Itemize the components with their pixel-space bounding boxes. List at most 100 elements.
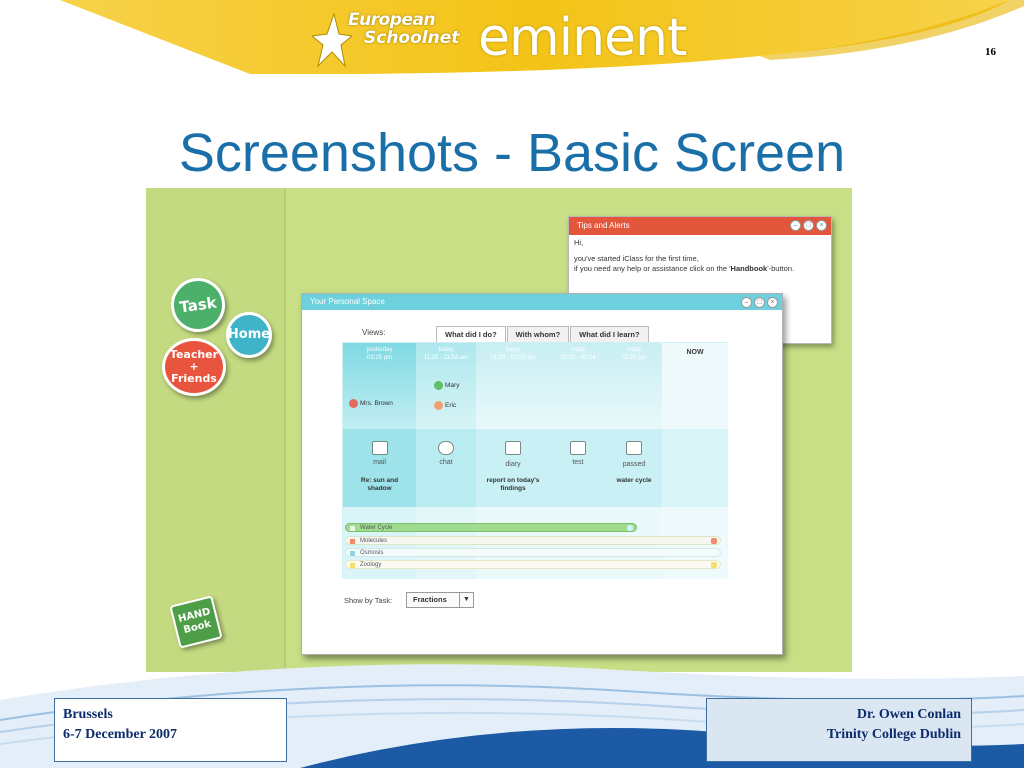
ps-window-controls: – □ ×: [741, 297, 778, 308]
app-screenshot: Task Home Teacher + Friends HAND Book Ti…: [146, 188, 852, 672]
tips-line-2: if you need any help or assistance click…: [574, 264, 826, 274]
footer-institution: Trinity College Dublin: [826, 727, 961, 742]
task-color-icon: [350, 539, 355, 544]
column-time: today 01:00 - 02:00 pm: [476, 343, 550, 362]
teacher-friends-button[interactable]: Teacher + Friends: [162, 338, 226, 396]
column-hour: 03:25 pm: [366, 355, 393, 361]
person-eric[interactable]: Eric: [434, 401, 456, 410]
person-avatar-icon: [349, 399, 358, 408]
logo-text-european: European: [348, 10, 436, 30]
person-avatar-icon: [434, 381, 443, 390]
person-mary[interactable]: Mary: [434, 381, 459, 390]
slide: European Schoolnet eminent 16 Screenshot…: [0, 0, 1024, 768]
activity-detail-line-1: report on today's: [486, 477, 540, 484]
task-end-marker: [627, 525, 633, 531]
home-button[interactable]: Home: [226, 312, 272, 358]
tips-line-1: you've started iClass for the first time…: [574, 254, 699, 263]
tab-with-whom[interactable]: With whom?: [506, 326, 570, 342]
chevron-down-icon[interactable]: ▼: [459, 593, 473, 607]
task-name: Molecules: [360, 538, 388, 544]
footer-author: Dr. Owen Conlan: [856, 707, 961, 722]
personal-space-window: Your Personal Space – □ × Views: What di…: [301, 293, 783, 655]
tips-line-2-post: '-button.: [767, 264, 795, 273]
show-by-task-label: Show by Task:: [344, 596, 393, 605]
column-day: today: [505, 347, 521, 353]
column-day: today: [570, 347, 586, 353]
tips-body: Hi, you've started iClass for the first …: [569, 235, 831, 277]
column-time: yesterday 03:25 pm: [343, 343, 416, 362]
logo-text-schoolnet: Schoolnet: [364, 28, 460, 48]
task-bar-molecules[interactable]: Molecules: [345, 536, 721, 545]
task-select-value: Fractions: [413, 595, 447, 604]
app-sidebar: Task Home Teacher + Friends HAND Book: [146, 188, 286, 672]
tips-titlebar[interactable]: Tips and Alerts – □ ×: [569, 217, 831, 235]
personal-space-titlebar[interactable]: Your Personal Space – □ ×: [302, 294, 782, 310]
task-select[interactable]: Fractions ▼: [406, 592, 474, 608]
close-icon[interactable]: ×: [816, 220, 827, 231]
activity-detail-line-1: water cycle: [616, 477, 652, 484]
minimize-icon[interactable]: –: [741, 297, 752, 308]
maximize-icon[interactable]: □: [803, 220, 814, 231]
task-name: Water Cycle: [360, 525, 393, 531]
tab-what-did-i-learn[interactable]: What did I learn?: [570, 326, 649, 342]
tips-line-2-pre: if you need any help or assistance click…: [574, 264, 731, 273]
star-logo-icon: [312, 12, 352, 68]
column-hour: 01:00 - 02:00 pm: [490, 355, 536, 361]
tips-greeting: Hi,: [574, 238, 584, 247]
person-mrs-brown[interactable]: Mrs. Brown: [349, 399, 393, 408]
chat-icon[interactable]: [438, 441, 454, 455]
views-tabs: What did I do? With whom? What did I lea…: [436, 326, 650, 343]
activity-label: diary: [505, 461, 521, 468]
activity-detail-line-1: Re: sun and: [360, 477, 399, 484]
minimize-icon[interactable]: –: [790, 220, 801, 231]
column-hour: 11:15 - 11:54 am: [423, 355, 469, 361]
task-bar-water-cycle[interactable]: Water Cycle: [345, 523, 637, 532]
footer-city: Brussels: [63, 707, 113, 722]
tab-what-did-i-do[interactable]: What did I do?: [436, 326, 506, 343]
task-bar-zoology[interactable]: Zoology: [345, 560, 721, 569]
flag-icon[interactable]: [626, 441, 642, 455]
task-button[interactable]: Task: [167, 274, 229, 336]
person-name: Mrs. Brown: [360, 400, 393, 408]
tips-title: Tips and Alerts: [577, 221, 630, 230]
person-avatar-icon: [434, 401, 443, 410]
activity-detail: report on today's findings: [476, 477, 550, 493]
close-icon[interactable]: ×: [767, 297, 778, 308]
task-end-marker: [711, 538, 717, 544]
test-icon[interactable]: [570, 441, 586, 455]
now-label: NOW: [686, 349, 704, 356]
task-color-icon: [350, 526, 355, 531]
activity-detail: Re: sun and shadow: [343, 477, 416, 493]
activity-label: passed: [622, 461, 646, 468]
task-name: Zoology: [360, 562, 382, 568]
task-color-icon: [350, 563, 355, 568]
diary-icon[interactable]: [505, 441, 521, 455]
eminent-logo: eminent: [478, 8, 687, 68]
column-time: today 02:02 - 02:24: [550, 343, 606, 362]
activity-detail-line-2: shadow: [367, 485, 392, 492]
activity-label: test: [572, 459, 584, 466]
activity-detail: water cycle: [606, 477, 662, 485]
page-number: 16: [985, 46, 996, 58]
footer-author-box: Dr. Owen Conlan Trinity College Dublin: [706, 698, 972, 762]
views-label: Views:: [362, 328, 386, 337]
person-name: Mary: [445, 382, 460, 390]
activity-label: chat: [439, 459, 453, 466]
maximize-icon[interactable]: □: [754, 297, 765, 308]
column-hour: 02:02 - 02:24: [560, 355, 596, 361]
task-end-marker: [711, 562, 717, 568]
tips-window-controls: – □ ×: [790, 220, 827, 231]
column-time: today 02:25 pm: [606, 343, 662, 362]
mail-icon[interactable]: [371, 441, 388, 455]
friends-label: + Friends: [171, 359, 217, 386]
activity-label: mail: [373, 459, 386, 466]
activity-timeline: yesterday 03:25 pm Mrs. Brown mail Re: s…: [342, 342, 728, 579]
task-color-icon: [350, 551, 355, 556]
column-day: today: [626, 347, 642, 353]
task-bar-osmosis[interactable]: Osmosis: [345, 548, 721, 557]
person-name: Eric: [445, 402, 457, 410]
column-day: today: [438, 347, 454, 353]
column-mid-band: [662, 429, 728, 507]
column-hour: 02:25 pm: [621, 355, 647, 361]
handbook-link[interactable]: Handbook: [731, 264, 768, 273]
